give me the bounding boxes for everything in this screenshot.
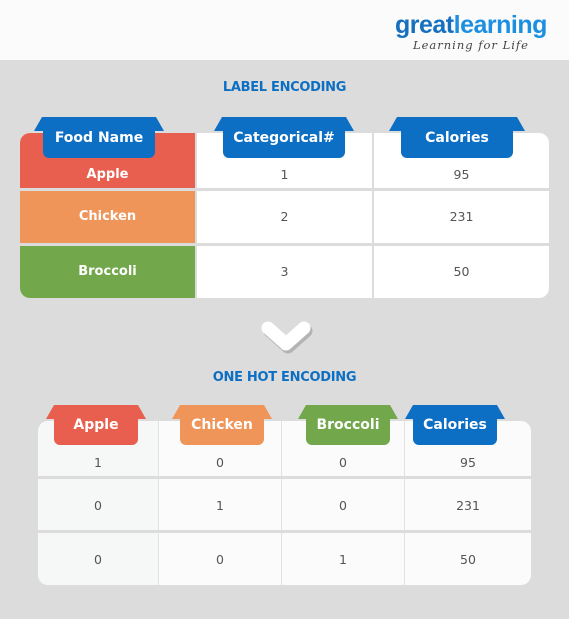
header-label: Categorical# — [223, 117, 345, 158]
one-hot-cell: 0 — [94, 497, 102, 513]
column-divider — [158, 421, 159, 585]
categorical-cell: 2 — [280, 209, 289, 224]
one-hot-cell: 0 — [339, 455, 347, 470]
column-divider — [281, 421, 282, 585]
header-tab-apple: Apple — [46, 405, 146, 447]
logo-wordmark: greatlearning — [395, 12, 547, 38]
one-hot-cell: 0 — [339, 497, 347, 513]
row-divider — [38, 476, 531, 479]
header-tab-food-name: Food Name — [34, 117, 164, 159]
row-divider — [20, 243, 549, 246]
header-label: Calories — [413, 405, 497, 445]
header-label: Calories — [401, 117, 513, 158]
column-divider — [372, 133, 374, 298]
one-hot-cell: 1 — [339, 551, 347, 567]
chevron-down-icon — [261, 321, 313, 354]
one-hot-cell: 95 — [460, 455, 476, 470]
one-hot-cell: 1 — [94, 455, 102, 470]
header-label: Broccoli — [306, 405, 390, 445]
food-cell-broccoli: Broccoli — [20, 245, 195, 298]
header-label: Chicken — [180, 405, 264, 445]
calories-cell: 231 — [449, 209, 474, 224]
categorical-cell: 1 — [280, 167, 289, 182]
categorical-cell: 3 — [280, 264, 289, 279]
header-label: Apple — [54, 405, 138, 445]
header-tab-calories: Calories — [389, 117, 525, 159]
label-encoding-title: LABEL ENCODING — [222, 80, 347, 95]
brand-logo: greatlearning Learning for Life — [395, 12, 547, 52]
header-tab-categorical: Categorical# — [214, 117, 354, 159]
row-divider — [38, 530, 531, 533]
food-cell-chicken: Chicken — [20, 190, 195, 243]
header-tab-calories: Calories — [405, 405, 505, 447]
calories-cell: 50 — [453, 264, 470, 279]
calories-cell: 95 — [453, 167, 470, 182]
header-label: Food Name — [43, 117, 155, 158]
one-hot-cell: 0 — [216, 551, 224, 567]
one-hot-cell: 50 — [460, 551, 476, 567]
one-hot-encoding-title: ONE HOT ENCODING — [212, 370, 357, 385]
header-tab-broccoli: Broccoli — [298, 405, 398, 447]
one-hot-cell: 0 — [216, 455, 224, 470]
one-hot-cell: 0 — [94, 551, 102, 567]
one-hot-cell: 231 — [456, 497, 480, 513]
logo-learning: learning — [453, 11, 548, 39]
column-divider — [195, 133, 197, 298]
logo-great: great — [395, 11, 454, 39]
header-bar: greatlearning Learning for Life — [0, 0, 569, 60]
logo-tagline: Learning for Life — [412, 38, 529, 52]
header-tab-chicken: Chicken — [172, 405, 272, 447]
row-divider — [20, 188, 549, 191]
one-hot-cell: 1 — [216, 497, 224, 513]
